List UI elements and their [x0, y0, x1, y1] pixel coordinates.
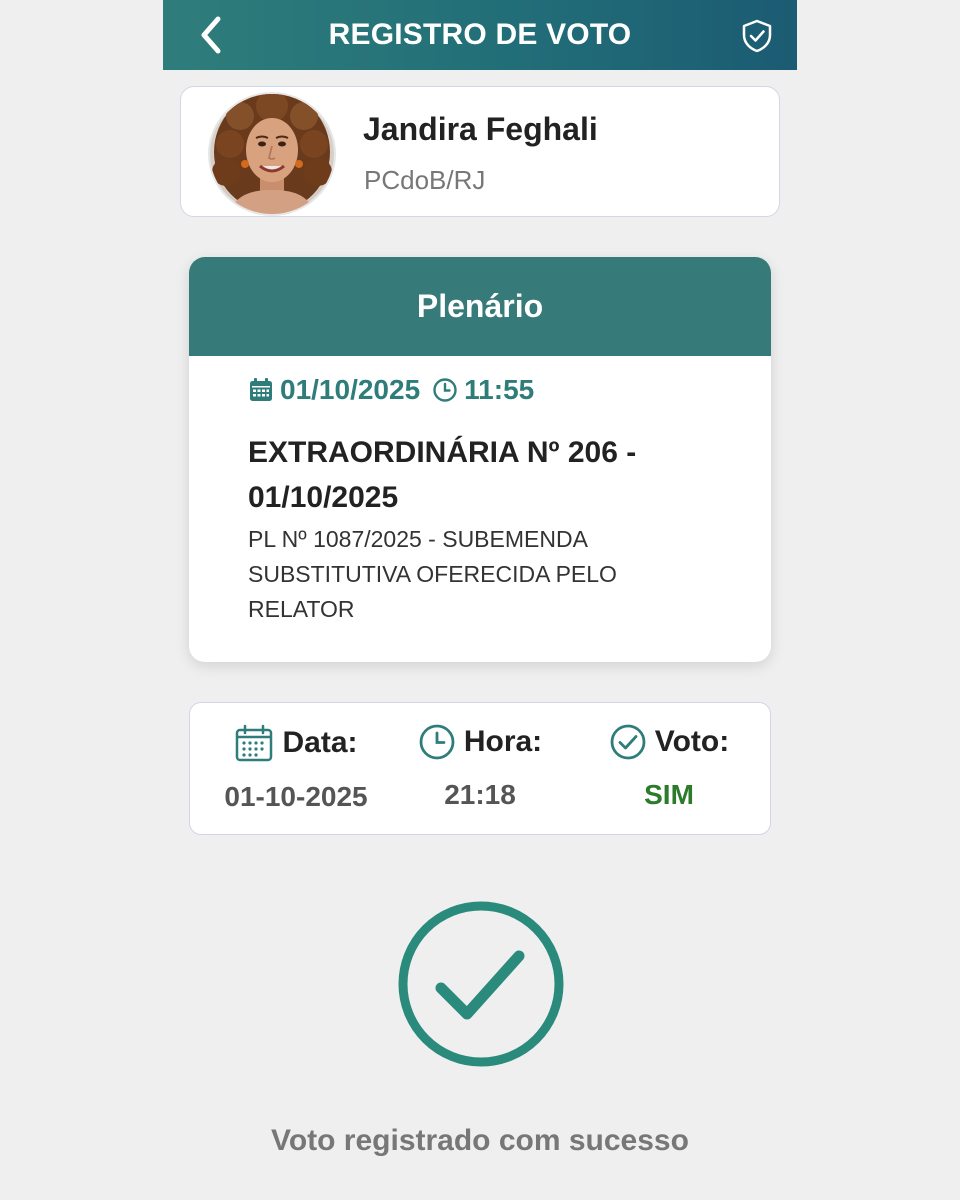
session-description: PL Nº 1087/2025 - SUBEMENDA SUBSTITUTIVA… [248, 526, 617, 622]
vote-date-label: Data: [282, 726, 358, 759]
session-header: Plenário [189, 257, 771, 356]
vote-time-label: Hora: [463, 725, 543, 758]
session-name: EXTRAORDINÁRIA Nº 206 - 01/10/2025 [248, 436, 637, 514]
session-datetime: 01/10/2025 11:55 [248, 374, 534, 406]
vote-time-value: 21:18 [444, 779, 516, 810]
success-check-icon [398, 901, 564, 1067]
page-title: REGISTRO DE VOTO [328, 18, 632, 51]
check-circle-icon [610, 724, 646, 760]
vote-choice-value: SIM [644, 779, 694, 810]
calendar-icon [250, 378, 272, 401]
clock-outline-icon [419, 724, 455, 760]
success-message: Voto registrado com sucesso [271, 1124, 689, 1157]
session-card: Plenário 01/10/2025 11:55 EXTRAORDINÁRIA… [189, 257, 771, 662]
deputy-party: PCdoB/RJ [364, 165, 486, 195]
app-header: REGISTRO DE VOTO [163, 0, 797, 70]
calendar-outline-icon [236, 724, 273, 762]
clock-icon [433, 378, 457, 402]
deputy-name: Jandira Feghali [363, 111, 598, 147]
session-date: 01/10/2025 [280, 374, 421, 405]
vote-registration-screen: REGISTRO DE VOTO Jandira Feghali PCdoB/R… [0, 0, 960, 1200]
session-time: 11:55 [464, 374, 535, 405]
back-button[interactable] [189, 12, 233, 58]
vote-choice-column: Voto: SIM [586, 703, 752, 836]
vote-info-card: Data: 01-10-2025 Hora: 21:18 Voto: SIM [189, 702, 771, 835]
vote-choice-label: Voto: [654, 725, 730, 758]
vote-date-column: Data: 01-10-2025 [208, 703, 384, 836]
security-button[interactable] [737, 16, 777, 56]
shield-check-icon [742, 19, 772, 53]
session-title: Plenário [416, 288, 544, 324]
profile-card: Jandira Feghali PCdoB/RJ [180, 86, 780, 217]
vote-time-column: Hora: 21:18 [400, 703, 560, 836]
chevron-left-icon [201, 16, 221, 54]
vote-date-value: 01-10-2025 [224, 781, 368, 812]
avatar [208, 92, 336, 216]
avatar-portrait [210, 94, 334, 214]
